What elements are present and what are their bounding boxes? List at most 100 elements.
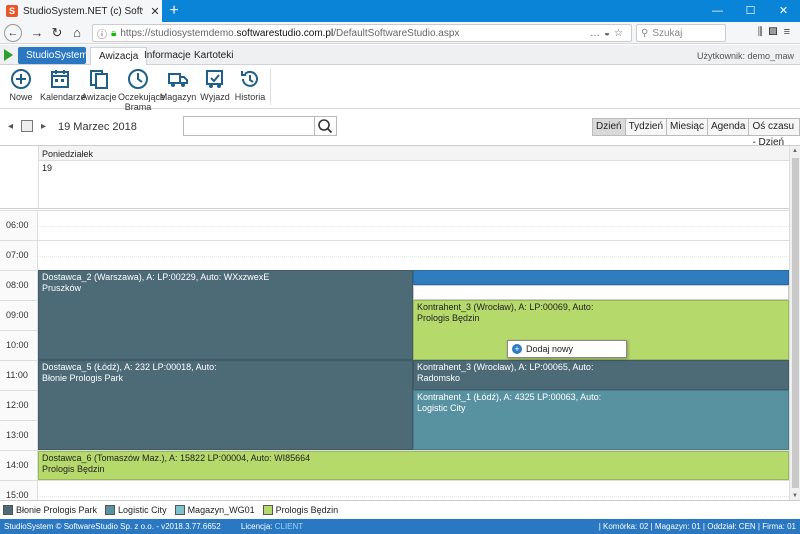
window-controls: — ☐ ✕ (701, 0, 800, 22)
browser-titlebar: S StudioSystem.NET (c) Softwa ✕ + — ☐ ✕ (0, 0, 800, 22)
legend-item: Błonie Prologis Park (3, 505, 97, 515)
pocket-icon[interactable]: ◒ (604, 28, 614, 39)
view-day-button[interactable]: Dzień (593, 119, 626, 135)
event-dostawca-6[interactable]: Dostawca_6 (Tomaszów Maz.), A: 15822 LP:… (38, 451, 789, 480)
ribbon-historia-button[interactable]: Historia (230, 68, 270, 102)
view-switcher: Dzień Tydzień Miesiąc Agenda Oś czasu - … (592, 118, 800, 148)
hour-label: 15:00 (0, 481, 38, 500)
all-day-area[interactable]: 19 (38, 161, 789, 208)
menu-dots-icon[interactable]: … (590, 28, 604, 39)
ribbon: Nowe Kalendarze Awizacje Oczekujące Bram… (0, 65, 800, 112)
prev-day-icon[interactable]: ◂ (8, 121, 13, 132)
status-bar: StudioSystem © SoftwareStudio Sp. z o.o.… (0, 519, 800, 534)
next-day-icon[interactable]: ▸ (41, 121, 46, 132)
status-license-value: CLIENT (274, 522, 304, 531)
vertical-scrollbar[interactable]: ▲ ▼ (789, 146, 800, 500)
play-icon[interactable] (4, 49, 13, 61)
browser-search-input[interactable]: ⚲ Szukaj (636, 24, 726, 42)
hour-label: 08:00 (0, 271, 38, 301)
url-text: https://studiosystemdemo.softwarestudio.… (120, 27, 460, 39)
home-icon[interactable]: ⌂ (68, 24, 86, 42)
legend-swatch (174, 505, 185, 515)
status-context: | Komórka: 02 | Magazyn: 01 | Oddział: C… (598, 522, 796, 531)
legend-item: Magazyn_WG01 (174, 505, 255, 515)
hour-grid: 06:00 07:00 08:00 09:00 10:00 11:00 12:0… (0, 210, 789, 500)
date-picker-icon[interactable] (21, 120, 33, 132)
forward-icon[interactable]: → (28, 24, 46, 42)
back-icon[interactable]: ← (4, 24, 22, 42)
divider (0, 208, 789, 209)
favicon-icon: S (6, 5, 18, 17)
url-bar[interactable]: ⓘ 🔒︎ https://studiosystemdemo.softwarest… (92, 24, 632, 42)
close-window-icon[interactable]: ✕ (767, 0, 800, 22)
ribbon-nowe-button[interactable]: Nowe (1, 68, 41, 102)
day-calendar: Poniedziałek 19 06:00 07:00 08:00 09:00 … (0, 145, 800, 500)
status-copyright: StudioSystem © SoftwareStudio Sp. z o.o.… (4, 522, 221, 531)
ribbon-magazyn-button[interactable]: Magazyn (158, 68, 198, 102)
new-tab-icon[interactable]: + (166, 2, 182, 20)
maximize-icon[interactable]: ☐ (734, 0, 767, 22)
hour-label: 10:00 (0, 331, 38, 361)
brand-tab[interactable]: StudioSystem (18, 47, 88, 64)
reload-icon[interactable]: ↻ (48, 24, 66, 42)
view-month-button[interactable]: Miesiąc (667, 119, 708, 135)
day-header: Poniedziałek (38, 146, 789, 161)
info-icon[interactable]: ⓘ (97, 26, 107, 41)
calendar-icon (51, 70, 69, 88)
event-dostawca-5[interactable]: Dostawca_5 (Łódź), A: 232 LP:00018, Auto… (38, 360, 413, 450)
event-empty-slot[interactable] (413, 285, 789, 300)
minimize-icon[interactable]: — (701, 0, 734, 22)
scrollbar-thumb[interactable] (792, 158, 799, 488)
ribbon-awizacje-button[interactable]: Awizacje (79, 68, 119, 102)
legend: Błonie Prologis Park Logistic City Magaz… (0, 500, 800, 519)
hamburger-menu-icon[interactable]: ≡ (784, 26, 796, 38)
legend-item: Logistic City (105, 505, 167, 515)
event-selected-slot[interactable] (413, 270, 789, 285)
ribbon-separator (270, 69, 271, 105)
search-icon: ⚲ (641, 27, 649, 39)
hour-row[interactable]: 15:00 (0, 480, 789, 500)
context-menu-label: Dodaj nowy (526, 344, 574, 354)
time-gutter-header (0, 146, 38, 208)
truck-icon (168, 73, 188, 87)
tab-title: StudioSystem.NET (c) Softwa (23, 5, 143, 17)
browser-navbar: ← → ↻ ⌂ ⓘ 🔒︎ https://studiosystemdemo.so… (0, 22, 800, 44)
hour-label: 09:00 (0, 301, 38, 331)
hour-label: 07:00 (0, 241, 38, 271)
library-icon[interactable]: ⫼ (758, 26, 769, 38)
browser-tools: ⫼▥≡ (758, 26, 796, 39)
event-kontrahent-1[interactable]: Kontrahent_1 (Łódź), A: 4325 LP:00063, A… (413, 390, 789, 450)
browser-tab[interactable]: S StudioSystem.NET (c) Softwa ✕ (0, 0, 162, 22)
user-label: Użytkownik: demo_maw (696, 51, 794, 61)
add-circle-icon: + (512, 344, 522, 354)
calendar-toolbar: ◂ ▸ 19 Marzec 2018 Dzień Tydzień Miesiąc… (0, 112, 800, 148)
event-kontrahent-3-b[interactable]: Kontrahent_3 (Wrocław), A: LP:00065, Aut… (413, 360, 789, 390)
lock-icon: 🔒︎ (111, 27, 117, 39)
scroll-up-icon[interactable]: ▲ (792, 148, 798, 154)
calendar-search-button[interactable] (315, 116, 337, 136)
day-number: 19 (42, 163, 53, 173)
legend-swatch (262, 505, 273, 515)
sidebar-icon[interactable]: ▥ (769, 26, 784, 38)
legend-swatch (105, 505, 116, 515)
hour-row[interactable]: 07:00 (0, 240, 789, 271)
hour-row[interactable]: 06:00 (0, 210, 789, 241)
app-tab-bar: StudioSystem Awizacja Informacje Kartote… (0, 45, 800, 65)
bookmark-star-icon[interactable]: ☆ (614, 28, 627, 39)
tab-close-icon[interactable]: ✕ (148, 5, 162, 18)
hour-label: 11:00 (0, 361, 38, 391)
ribbon-oczekujace-button[interactable]: Oczekujące Brama (118, 68, 165, 112)
calendar-search-input[interactable] (183, 116, 315, 136)
current-date: 19 Marzec 2018 (58, 121, 137, 133)
legend-swatch (3, 505, 13, 515)
view-timeline-button[interactable]: Oś czasu - Dzień (749, 119, 799, 148)
view-week-button[interactable]: Tydzień (625, 119, 668, 135)
context-menu-add-new[interactable]: + Dodaj nowy (507, 340, 627, 358)
ribbon-kalendarze-button[interactable]: Kalendarze (40, 68, 86, 102)
ribbon-wyjazd-button[interactable]: Wyjazd (195, 68, 235, 102)
scroll-down-icon[interactable]: ▼ (792, 493, 798, 499)
view-agenda-button[interactable]: Agenda (707, 119, 750, 135)
tab-kartoteki[interactable]: Kartoteki (186, 47, 241, 64)
documents-icon (90, 70, 108, 89)
event-dostawca-2[interactable]: Dostawca_2 (Warszawa), A: LP:00229, Auto… (38, 270, 413, 360)
